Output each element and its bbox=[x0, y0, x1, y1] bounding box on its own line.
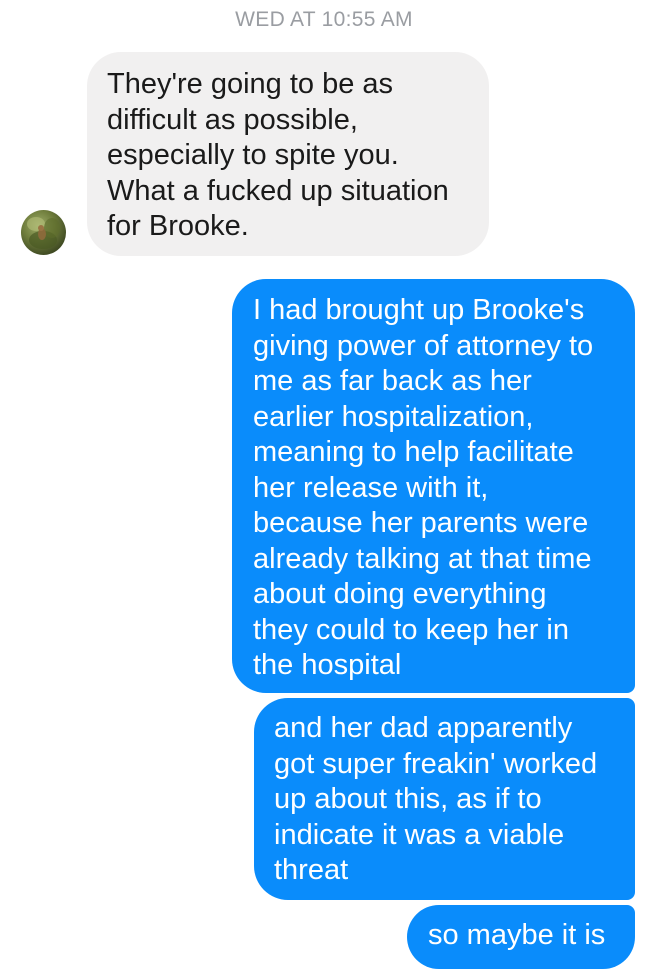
outgoing-message-bubble[interactable]: and her dad apparently got super freakin… bbox=[254, 698, 635, 900]
incoming-message-bubble[interactable]: They're going to be as difficult as poss… bbox=[87, 52, 489, 256]
outgoing-message-bubble[interactable]: I had brought up Brooke's giving power o… bbox=[232, 279, 635, 693]
contact-avatar-photo-icon bbox=[27, 217, 60, 249]
outgoing-message-bubble[interactable]: so maybe it is bbox=[407, 905, 635, 969]
conversation-timestamp: WED AT 10:55 AM bbox=[235, 8, 413, 31]
contact-avatar[interactable] bbox=[21, 210, 66, 255]
